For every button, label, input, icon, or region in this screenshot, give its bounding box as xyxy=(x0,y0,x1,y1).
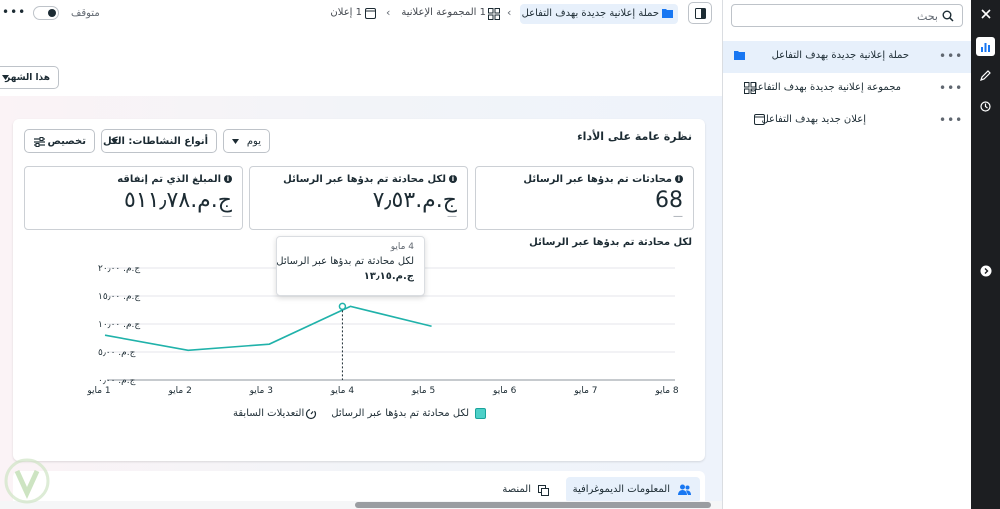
legend-label-series: لكل محادثة تم بدؤها عبر الرسائل xyxy=(331,408,469,419)
search-box[interactable] xyxy=(731,4,963,27)
legend-label-history: التعديلات السابقة xyxy=(233,408,305,419)
y-tick-label: ج.م. ٢٠٫٠٠ xyxy=(98,264,140,274)
tree-item-adset[interactable]: مجموعة إعلانية جديدة بهدف التفاعل ••• xyxy=(723,73,971,105)
x-tick-label: 4 مايو xyxy=(330,386,355,396)
x-tick-label: 3 مايو xyxy=(249,386,273,396)
tab-platform[interactable]: المنصة xyxy=(493,477,557,503)
series-line[interactable] xyxy=(104,305,432,352)
x-tick-label: 6 مايو xyxy=(492,386,517,396)
edit-button[interactable] xyxy=(976,66,995,85)
tooltip-label: لكل محادثة تم بدؤها عبر الرسائل xyxy=(276,256,414,267)
y-tick-label: ج.م. ٥٫٠٠ xyxy=(98,348,136,358)
chart-tooltip: 4 مايو لكل محادثة تم بدؤها عبر الرسائل ج… xyxy=(276,236,425,296)
charts-button[interactable] xyxy=(976,37,995,56)
x-tick-label: 5 مايو xyxy=(411,386,435,396)
horizontal-scrollbar-thumb[interactable] xyxy=(355,502,711,508)
search-input[interactable] xyxy=(758,8,938,24)
tree-item-campaign-label: حملة إعلانية جديدة بهدف التفاعل xyxy=(771,50,909,61)
close-button[interactable] xyxy=(976,4,995,23)
x-tick-label: 7 مايو xyxy=(573,386,597,396)
y-tick-label: ج.م. ١٥٫٠٠ xyxy=(98,292,140,302)
chevron-right-circle-icon xyxy=(980,265,991,276)
folder-icon xyxy=(734,50,745,60)
close-icon xyxy=(980,8,991,19)
search-icon xyxy=(942,10,954,22)
pencil-icon xyxy=(980,70,991,81)
tree-item-ad[interactable]: إعلان جديد بهدف التفاعل ••• xyxy=(723,105,971,137)
x-tick-label: 1 مايو xyxy=(86,386,110,396)
tree-item-adset-label: مجموعة إعلانية جديدة بهدف التفاعل xyxy=(750,82,901,93)
tooltip-value: ج.م.‏١٣٫١٥ xyxy=(363,271,414,282)
x-tick-label: 8 مايو xyxy=(654,386,679,396)
people-icon xyxy=(678,484,691,495)
expand-button[interactable] xyxy=(976,261,995,280)
more-options-icon[interactable]: ••• xyxy=(939,81,963,95)
highlight-point[interactable] xyxy=(338,302,347,311)
watermark-logo xyxy=(4,458,50,504)
campaign-tree-panel: حملة إعلانية جديدة بهدف التفاعل ••• مجمو… xyxy=(722,0,971,509)
tab-demographics-label: المعلومات الديموغرافية xyxy=(572,484,670,495)
right-tool-rail xyxy=(971,0,1000,509)
bar-chart-icon xyxy=(981,43,990,52)
x-tick-label: 2 مايو xyxy=(167,386,191,396)
more-options-icon[interactable]: ••• xyxy=(939,49,963,63)
y-tick-label: ج.م. ٠٫٠٠ xyxy=(98,376,136,386)
tab-demographics[interactable]: المعلومات الديموغرافية xyxy=(566,477,700,503)
tree-item-ad-label: إعلان جديد بهدف التفاعل xyxy=(761,114,866,125)
legend-swatch-series[interactable] xyxy=(475,408,486,419)
chart-legend: لكل محادثة تم بدؤها عبر الرسائل التعديلا… xyxy=(230,407,490,423)
tooltip-date: 4 مايو xyxy=(390,242,414,252)
y-tick-label: ج.م. ١٠٫٠٠ xyxy=(98,320,140,330)
platform-icon xyxy=(538,485,549,496)
tree-item-campaign[interactable]: حملة إعلانية جديدة بهدف التفاعل ••• xyxy=(723,41,971,73)
history-button[interactable] xyxy=(976,97,995,116)
history-icon xyxy=(305,408,317,420)
clock-icon xyxy=(980,101,991,112)
more-options-icon[interactable]: ••• xyxy=(939,113,963,127)
tab-platform-label: المنصة xyxy=(502,484,531,495)
